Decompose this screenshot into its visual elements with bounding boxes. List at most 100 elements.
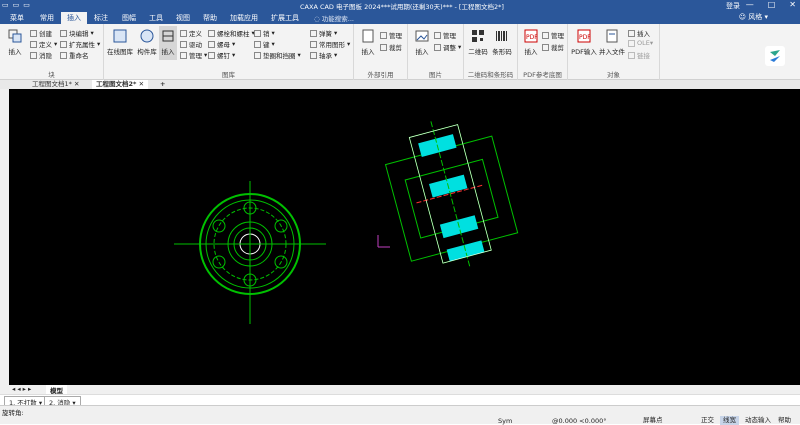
define-icon <box>180 29 187 37</box>
key-button[interactable]: 键 ▾ <box>254 39 275 49</box>
extend-attr-button[interactable]: 扩充属性 ▾ <box>60 39 100 49</box>
crop-icon <box>380 43 387 51</box>
maximize-button[interactable]: □ <box>768 0 776 9</box>
new-icon[interactable]: ▭ <box>2 1 9 9</box>
tab-tools[interactable]: 工具 <box>143 12 169 24</box>
group-pdf-ref: PDF 插入 管理 裁剪 PDF参考底图 <box>518 24 568 80</box>
tab-load-apps[interactable]: 加载应用 <box>224 12 264 24</box>
bearing-button[interactable]: 轴承 ▾ <box>310 50 337 60</box>
extref-crop-button[interactable]: 裁剪 <box>380 42 402 52</box>
group-block: 插入 创建 定义 ▾ 消隐 块编辑 ▾ 扩充属性 ▾ 重命名 块 <box>0 24 104 80</box>
pdf-manage-button[interactable]: 管理 <box>542 30 564 40</box>
open-icon[interactable]: ▭ <box>13 1 20 9</box>
group-label-external-ref: 外部引用 <box>367 71 394 79</box>
define-icon <box>30 40 37 48</box>
feature-search[interactable]: ◌ 功能搜索... <box>314 13 354 23</box>
status-bar: 旋转角: Sym @0.000 <0.000° 屏幕点 正交 线宽 动态输入 帮… <box>0 405 800 425</box>
image-manage-button[interactable]: 管理 <box>434 30 456 40</box>
style-icon: ☺ <box>738 13 749 21</box>
common-shapes-button[interactable]: 常用图形 ▾ <box>310 39 350 49</box>
qrcode-button[interactable]: 二维码 <box>467 28 489 56</box>
manage-icon <box>434 31 441 39</box>
command-options: 1. 不打散 ▾ 2. 消隐 ▾ <box>0 394 800 408</box>
group-library: 在线图库 构件库 插入 定义 驱动 管理 ▾ 螺栓和螺柱 ▾ 螺母 ▾ 螺钉 ▾… <box>104 24 354 80</box>
washer-button[interactable]: 垫圈和挡圈 ▾ <box>254 50 301 60</box>
rename-icon <box>60 51 67 59</box>
block-insert-button[interactable]: 插入 <box>4 28 26 56</box>
pdf-insert-button[interactable]: PDF 插入 <box>520 28 542 56</box>
window-title: CAXA CAD 电子图板 2024***试用期(还剩30天)*** - [工程… <box>300 3 504 11</box>
tab-insert[interactable]: 插入 <box>61 12 87 24</box>
online-library-button[interactable]: 在线图库 <box>106 28 134 56</box>
group-label-object: 对象 <box>607 71 620 79</box>
nav-arrows[interactable]: ◂ ◂ ▸ ▸ <box>12 385 31 393</box>
block-insert-icon <box>8 29 22 43</box>
library-insert-button[interactable]: 插入 <box>159 26 177 60</box>
login-link[interactable]: 登录 <box>726 1 740 11</box>
caxa-logo-icon <box>770 50 780 62</box>
drawing-svg <box>174 121 519 324</box>
tab-help[interactable]: 帮助 <box>197 12 223 24</box>
ribbon-panel: 插入 创建 定义 ▾ 消隐 块编辑 ▾ 扩充属性 ▾ 重命名 块 在线图库 构件… <box>0 24 800 80</box>
library-drive-button[interactable]: 驱动 <box>180 39 202 49</box>
window-controls: — □ ✕ <box>746 0 796 9</box>
merge-file-button[interactable]: 并入文件 <box>599 28 625 56</box>
ole-button[interactable]: OLE▾ <box>628 39 653 47</box>
library-manage-button[interactable]: 管理 ▾ <box>180 50 207 60</box>
nut-button[interactable]: 螺母 ▾ <box>208 39 235 49</box>
extref-insert-button[interactable]: 插入 <box>357 28 379 56</box>
library-define-button[interactable]: 定义 <box>180 28 202 38</box>
tab-annotate[interactable]: 标注 <box>88 12 114 24</box>
screw-button[interactable]: 螺钉 ▾ <box>208 50 235 60</box>
image-insert-button[interactable]: 插入 <box>411 28 433 56</box>
layout-tabs: ◂ ◂ ▸ ▸ 模型 <box>0 385 800 395</box>
save-icon[interactable]: ▭ <box>23 1 30 9</box>
dissolve-icon <box>30 51 37 59</box>
component-library-button[interactable]: 构件库 <box>135 28 159 56</box>
pdf-crop-button[interactable]: 裁剪 <box>542 42 564 52</box>
library-insert-icon <box>162 30 174 42</box>
new-tab-button[interactable]: + <box>156 80 169 89</box>
tab-view[interactable]: 视图 <box>170 12 196 24</box>
block-dissolve-button[interactable]: 消隐 <box>30 50 52 60</box>
group-label-image: 图片 <box>429 71 442 79</box>
barcode-icon <box>496 31 507 41</box>
insert-icon <box>628 29 635 37</box>
block-define-button[interactable]: 定义 ▾ <box>30 39 57 49</box>
pin-button[interactable]: 销 ▾ <box>254 28 275 38</box>
ucs-marker <box>377 235 390 248</box>
pdf-input-button[interactable]: PDF PDF输入 <box>570 28 598 56</box>
create-icon <box>30 29 37 37</box>
svg-text:PDF: PDF <box>579 34 591 41</box>
group-label-block: 块 <box>48 71 55 79</box>
group-label-barcode: 二维码和条形码 <box>467 71 514 79</box>
crop-icon <box>542 43 549 51</box>
minimize-button[interactable]: — <box>746 0 754 9</box>
ribbon-tabs: 菜单 常用 插入 标注 图幅 工具 视图 帮助 加载应用 扩展工具 ◌ 功能搜索… <box>0 11 800 24</box>
doc-tab-1[interactable]: 工程图文档1* ✕ <box>28 80 83 89</box>
bolt-button[interactable]: 螺栓和螺柱 ▾ <box>208 28 255 38</box>
spring-button[interactable]: 弹簧 ▾ <box>310 28 337 38</box>
doc-tab-2[interactable]: 工程图文档2* ✕ <box>92 80 149 89</box>
barcode-button[interactable]: 条形码 <box>491 28 513 56</box>
drawing-canvas[interactable] <box>9 89 800 385</box>
tab-menu[interactable]: 菜单 <box>4 12 30 24</box>
block-edit-button[interactable]: 块编辑 ▾ <box>60 28 94 38</box>
merge-file-icon <box>606 29 618 43</box>
common-shapes-icon <box>310 40 317 48</box>
extref-manage-button[interactable]: 管理 <box>380 30 402 40</box>
group-barcode: 二维码 条形码 二维码和条形码 <box>464 24 518 80</box>
style-dropdown[interactable]: ☺ 风格 ▾ <box>739 12 768 22</box>
object-insert-button[interactable]: 插入 <box>628 28 650 38</box>
rename-button[interactable]: 重命名 <box>60 50 89 60</box>
block-create-button[interactable]: 创建 <box>30 28 52 38</box>
tab-sheet[interactable]: 图幅 <box>116 12 142 24</box>
tab-common[interactable]: 常用 <box>34 12 60 24</box>
close-button[interactable]: ✕ <box>789 0 796 9</box>
left-panel-strip[interactable] <box>0 89 9 385</box>
image-icon <box>415 30 429 42</box>
pdf-input-icon: PDF <box>577 29 591 43</box>
link-button[interactable]: 链接 <box>628 50 650 60</box>
image-adjust-button[interactable]: 调整 ▾ <box>434 42 461 52</box>
tab-extend-tools[interactable]: 扩展工具 <box>265 12 305 24</box>
